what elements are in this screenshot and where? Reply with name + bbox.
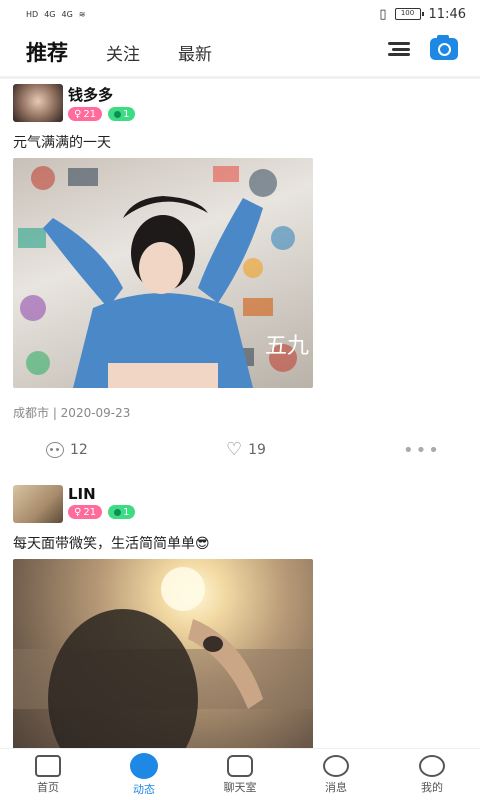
tab-recommend[interactable]: 推荐 [26, 37, 72, 67]
avatar[interactable] [13, 84, 63, 122]
username[interactable]: LIN [68, 485, 135, 503]
level-badge: 1 [108, 505, 136, 519]
network-indicators: HD 4G 4G ≋ [26, 10, 85, 19]
nav-label: 动态 [133, 782, 155, 796]
vibrate-icon: ▯ [379, 6, 387, 22]
nav-home[interactable]: 首页 [13, 754, 83, 795]
level-dot-icon [114, 508, 122, 516]
comment-icon [46, 442, 64, 458]
feed: 钱多多 ♀ 21 1 元气满满的一天 五九 成都市 | 2020-09-23 1… [0, 80, 480, 748]
photo-illustration [13, 567, 313, 748]
top-tabs: 推荐 关注 最新 [0, 28, 480, 76]
post-card[interactable]: LIN ♀ 21 1 每天面带微笑，生活简简单单😎 [0, 481, 480, 748]
post-image[interactable] [13, 559, 313, 748]
feed-icon [130, 752, 158, 779]
like-button[interactable]: ♡ 19 [226, 441, 266, 459]
divider [0, 76, 480, 79]
post-card[interactable]: 钱多多 ♀ 21 1 元气满满的一天 五九 成都市 | 2020-09-23 1… [0, 80, 480, 479]
level-dot-icon [114, 110, 122, 118]
gender-age-badge: ♀ 21 [68, 107, 103, 121]
battery-icon: 100 [394, 8, 424, 20]
post-text: 每天面带微笑，生活简简单单😎 [13, 536, 210, 552]
nav-feed[interactable]: 动态 [109, 752, 179, 797]
nav-label: 首页 [37, 780, 59, 794]
nav-label: 聊天室 [223, 780, 257, 794]
message-icon [323, 754, 349, 777]
nav-label: 消息 [325, 780, 347, 794]
post-text: 元气满满的一天 [13, 135, 111, 151]
hd-label: HD [26, 9, 39, 19]
post-actions: 12 ♡ 19 ••• [13, 421, 467, 479]
signal-icon-2: 4G [61, 9, 73, 19]
home-icon [35, 754, 61, 777]
camera-icon[interactable] [430, 35, 458, 60]
more-button[interactable]: ••• [403, 440, 441, 461]
tab-latest[interactable]: 最新 [178, 40, 212, 65]
heart-icon: ♡ [226, 439, 243, 460]
level-badge: 1 [108, 107, 136, 121]
bottom-nav: 首页 动态 聊天室 消息 我的 [0, 748, 480, 800]
post-image[interactable]: 五九 [13, 158, 313, 388]
username[interactable]: 钱多多 [68, 84, 135, 105]
nav-profile[interactable]: 我的 [397, 754, 467, 795]
gender-age-badge: ♀ 21 [68, 505, 103, 519]
clock: 11:46 [428, 6, 466, 22]
female-icon: ♀ [74, 506, 82, 518]
photo-illustration: 五九 [18, 166, 309, 388]
female-icon: ♀ [74, 108, 82, 120]
wifi-icon: ≋ [78, 9, 86, 19]
comment-button[interactable]: 12 [46, 442, 88, 458]
like-count: 19 [248, 442, 266, 458]
nav-messages[interactable]: 消息 [301, 754, 371, 795]
nav-label: 我的 [421, 780, 443, 794]
tab-following[interactable]: 关注 [106, 40, 140, 65]
image-watermark: 五九 [265, 333, 309, 358]
comment-count: 12 [70, 442, 88, 458]
nav-chat-room[interactable]: 聊天室 [205, 754, 275, 795]
menu-icon[interactable] [386, 40, 410, 58]
location-date: 成都市 | 2020-09-23 [13, 406, 131, 420]
status-bar: HD 4G 4G ≋ ▯ 100 11:46 [0, 0, 480, 28]
more-icon: ••• [403, 439, 441, 461]
avatar[interactable] [13, 485, 63, 523]
profile-icon [419, 754, 445, 777]
signal-icon: 4G [44, 9, 56, 19]
chat-room-icon [227, 754, 253, 777]
